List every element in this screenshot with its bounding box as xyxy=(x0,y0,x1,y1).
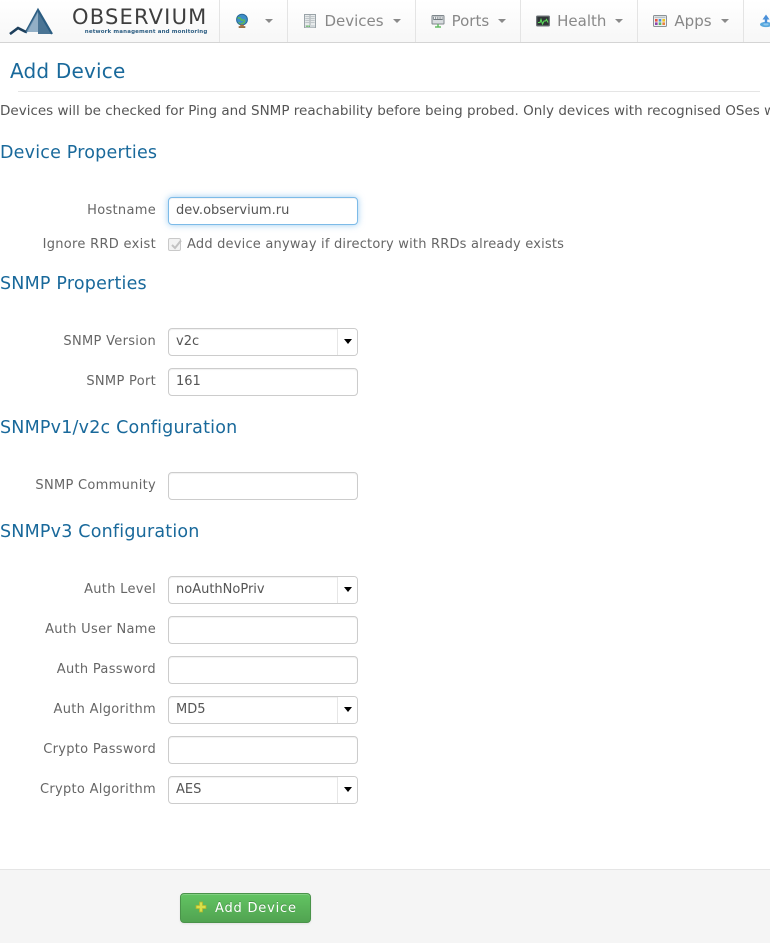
hostname-input[interactable] xyxy=(168,197,358,225)
snmp-v1-v2c-form: SNMP Community xyxy=(0,472,770,500)
snmp-version-select[interactable]: v2c xyxy=(168,328,358,356)
crypto-password-label: Crypto Password xyxy=(0,742,168,757)
section-heading-snmp-properties: SNMP Properties xyxy=(0,252,770,294)
snmp-v3-form: Auth Level noAuthNoPriv Auth User Name A… xyxy=(0,576,770,804)
form-row-auth-user-name: Auth User Name xyxy=(0,616,770,644)
auth-password-label: Auth Password xyxy=(0,662,168,677)
form-row-auth-algorithm: Auth Algorithm MD5 xyxy=(0,696,770,724)
globe-icon xyxy=(234,13,250,29)
crypto-password-input[interactable] xyxy=(168,736,358,764)
add-device-button[interactable]: Add Device xyxy=(180,893,311,923)
chevron-down-icon xyxy=(615,19,623,23)
auth-password-input[interactable] xyxy=(168,656,358,684)
health-icon xyxy=(535,13,551,29)
form-row-auth-level: Auth Level noAuthNoPriv xyxy=(0,576,770,604)
main-navbar: OBSERVIUM network management and monitor… xyxy=(0,0,770,43)
snmp-properties-form: SNMP Version v2c SNMP Port xyxy=(0,328,770,396)
nav-item-health[interactable]: Health xyxy=(521,0,638,42)
nav-item-apps[interactable]: Apps xyxy=(638,0,743,42)
chevron-down-icon xyxy=(721,19,729,23)
checkmark-icon xyxy=(169,237,184,252)
apps-icon xyxy=(652,13,668,29)
snmp-community-label: SNMP Community xyxy=(0,478,168,493)
auth-user-name-label: Auth User Name xyxy=(0,622,168,637)
ignore-rrd-label: Ignore RRD exist xyxy=(0,237,168,252)
section-heading-device-properties: Device Properties xyxy=(0,121,770,163)
observium-logo-icon xyxy=(8,4,70,38)
auth-level-select[interactable]: noAuthNoPriv xyxy=(168,576,358,604)
chevron-down-icon xyxy=(498,19,506,23)
section-heading-snmp-v1-v2c: SNMPv1/v2c Configuration xyxy=(0,396,770,438)
nav-item-health-label: Health xyxy=(557,12,606,30)
auth-algorithm-label: Auth Algorithm xyxy=(0,702,168,717)
auth-level-label: Auth Level xyxy=(0,582,168,597)
ignore-rrd-checkbox-text: Add device anyway if directory with RRDs… xyxy=(187,237,564,252)
brand-logo[interactable]: OBSERVIUM network management and monitor… xyxy=(0,0,220,42)
chevron-down-icon xyxy=(393,19,401,23)
snmp-version-label: SNMP Version xyxy=(0,334,168,349)
ignore-rrd-checkbox[interactable] xyxy=(168,238,181,251)
nav-item-routing[interactable]: Routing xyxy=(744,0,770,42)
page-title: Add Device xyxy=(0,43,770,91)
plus-icon xyxy=(194,901,208,915)
crypto-algorithm-select[interactable]: AES xyxy=(168,776,358,804)
form-row-auth-password: Auth Password xyxy=(0,656,770,684)
form-row-crypto-password: Crypto Password xyxy=(0,736,770,764)
devices-icon xyxy=(302,13,318,29)
add-device-button-label: Add Device xyxy=(215,901,297,916)
form-actions-bar: Add Device xyxy=(0,869,770,943)
form-row-ignore-rrd: Ignore RRD exist Add device anyway if di… xyxy=(0,237,770,252)
nav-item-apps-label: Apps xyxy=(674,12,711,30)
auth-algorithm-select[interactable]: MD5 xyxy=(168,696,358,724)
form-row-snmp-version: SNMP Version v2c xyxy=(0,328,770,356)
nav-item-ports-label: Ports xyxy=(452,12,490,30)
ports-icon xyxy=(430,13,446,29)
form-row-snmp-community: SNMP Community xyxy=(0,472,770,500)
nav-item-globe[interactable] xyxy=(220,0,288,42)
chevron-down-icon xyxy=(265,19,273,23)
form-row-crypto-algorithm: Crypto Algorithm AES xyxy=(0,776,770,804)
snmp-port-label: SNMP Port xyxy=(0,374,168,389)
page-content: Add Device Devices will be checked for P… xyxy=(0,43,770,804)
nav-item-devices[interactable]: Devices xyxy=(288,0,415,42)
section-heading-snmp-v3: SNMPv3 Configuration xyxy=(0,500,770,542)
nav-item-ports[interactable]: Ports xyxy=(416,0,522,42)
hostname-label: Hostname xyxy=(0,203,168,218)
brand-tagline: network management and monitoring xyxy=(72,30,207,36)
form-row-hostname: Hostname xyxy=(0,197,770,225)
snmp-port-input[interactable] xyxy=(168,368,358,396)
brand-name: OBSERVIUM xyxy=(72,7,207,28)
auth-user-name-input[interactable] xyxy=(168,616,358,644)
device-properties-form: Hostname Ignore RRD exist Add device any… xyxy=(0,197,770,252)
form-row-snmp-port: SNMP Port xyxy=(0,368,770,396)
routing-icon xyxy=(758,13,770,29)
snmp-community-input[interactable] xyxy=(168,472,358,500)
crypto-algorithm-label: Crypto Algorithm xyxy=(0,782,168,797)
nav-item-devices-label: Devices xyxy=(324,12,383,30)
page-intro: Devices will be checked for Ping and SNM… xyxy=(0,92,770,121)
